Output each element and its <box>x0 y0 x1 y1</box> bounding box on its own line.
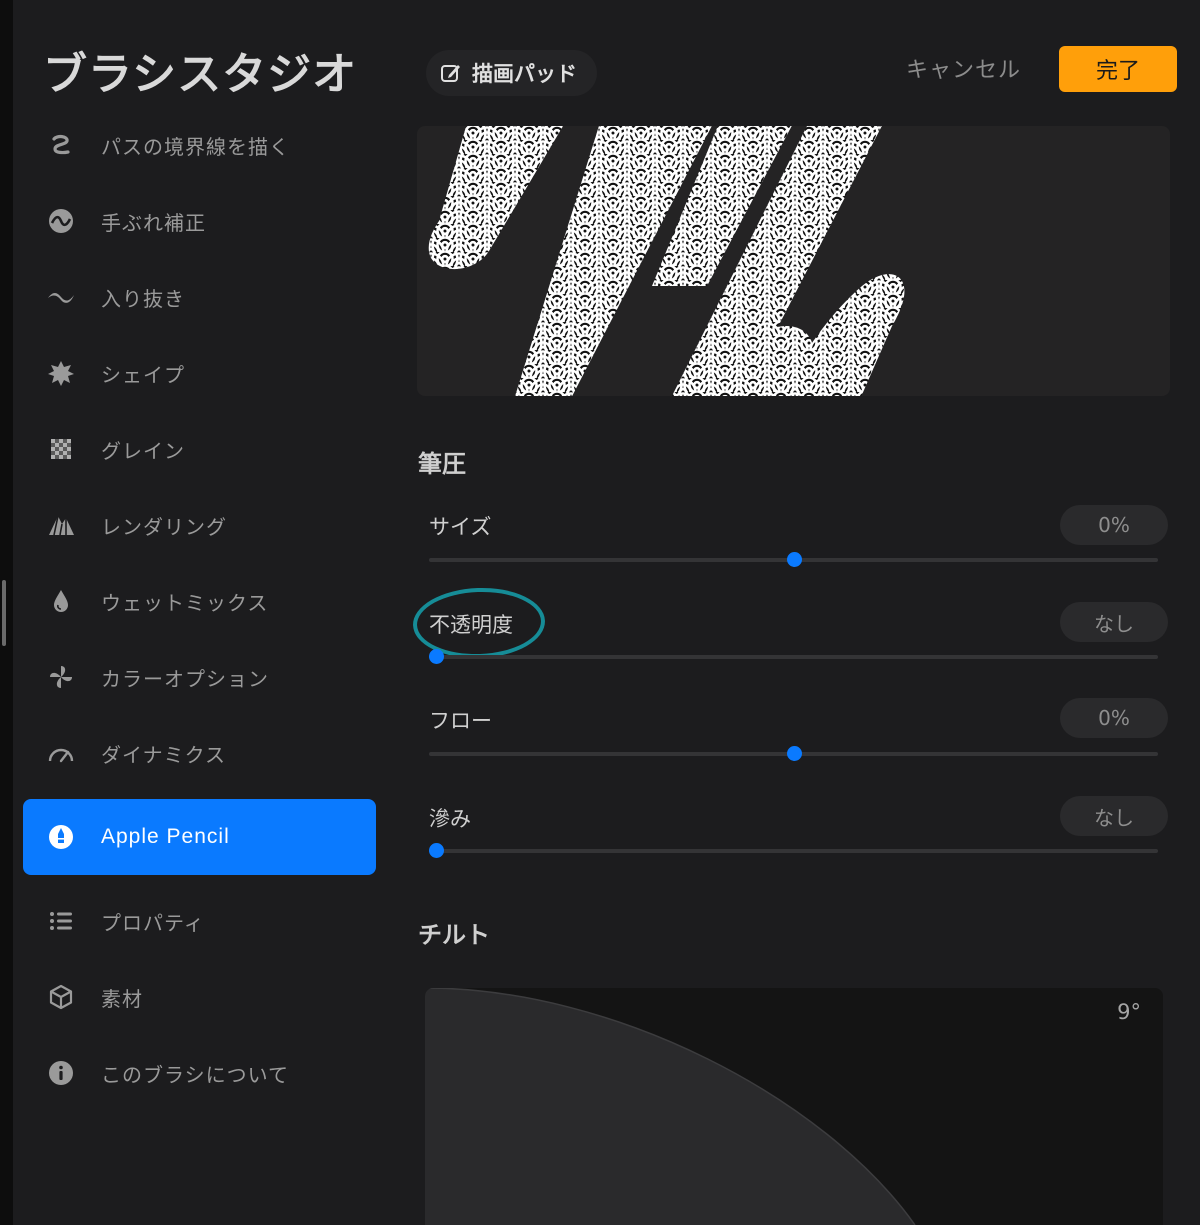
sidebar-nav: パスの境界線を描く 手ぶれ補正 入り抜き シェイプ グレイン レンダリング ウェ… <box>23 115 376 1119</box>
bleed-label: 滲み <box>429 807 471 831</box>
sidebar-item-label: ウェットミックス <box>101 590 269 615</box>
done-button[interactable]: 完了 <box>1059 46 1177 92</box>
sidebar-item-label: 手ぶれ補正 <box>101 210 206 235</box>
materials-icon <box>43 979 79 1015</box>
bleed-value[interactable]: なし <box>1060 796 1168 836</box>
sidebar-item-stabilization[interactable]: 手ぶれ補正 <box>23 191 376 251</box>
slider-thumb[interactable] <box>786 552 802 567</box>
about-icon <box>43 1055 79 1091</box>
sidebar-item-label: このブラシについて <box>101 1062 289 1087</box>
properties-icon <box>43 903 79 939</box>
apple-pencil-icon <box>43 819 79 855</box>
size-slider[interactable] <box>429 552 1158 567</box>
sidebar-item-rendering[interactable]: レンダリング <box>23 495 376 555</box>
bleed-slider[interactable] <box>429 843 1158 858</box>
sidebar-item-label: ダイナミクス <box>101 742 226 767</box>
sidebar-item-label: グレイン <box>101 438 185 463</box>
pressure-section-title: 筆圧 <box>418 450 466 478</box>
sidebar-item-taper[interactable]: 入り抜き <box>23 267 376 327</box>
tilt-section-title: チルト <box>418 921 490 949</box>
size-label: サイズ <box>429 515 492 539</box>
sidebar-item-label: プロパティ <box>101 910 205 935</box>
sidebar-item-label: レンダリング <box>101 514 227 539</box>
flow-slider[interactable] <box>429 746 1158 761</box>
scroll-handle[interactable] <box>2 580 6 646</box>
flow-label: フロー <box>429 709 492 733</box>
sidebar-item-label: 素材 <box>101 986 143 1011</box>
sidebar-item-label: シェイプ <box>101 362 185 387</box>
app-title: ブラシスタジオ <box>43 49 358 100</box>
sidebar-item-materials[interactable]: 素材 <box>23 967 376 1027</box>
tilt-arc <box>425 988 916 1225</box>
rendering-icon <box>43 507 79 543</box>
sidebar-item-color-options[interactable]: カラーオプション <box>23 647 376 707</box>
drawing-pad-label: 描画パッド <box>472 62 577 86</box>
slider-thumb[interactable] <box>429 843 444 858</box>
sidebar-item-stroke-path[interactable]: パスの境界線を描く <box>23 115 376 175</box>
sidebar-item-wet-mix[interactable]: ウェットミックス <box>23 571 376 631</box>
sidebar-item-dynamics[interactable]: ダイナミクス <box>23 723 376 783</box>
sidebar-item-label: Apple Pencil <box>101 825 230 848</box>
grain-icon <box>43 431 79 467</box>
sidebar-item-label: パスの境界線を描く <box>101 134 290 159</box>
sidebar: ブラシスタジオ パスの境界線を描く 手ぶれ補正 入り抜き シェイプ グレイン レ… <box>13 0 388 1225</box>
brush-settings-panel: 描画パッド キャンセル 完了 筆圧 サイズ 0% 不透明度 なし フロー 0% … <box>388 0 1200 1225</box>
sidebar-item-apple-pencil[interactable]: Apple Pencil <box>23 799 376 875</box>
edit-icon <box>441 65 460 82</box>
cancel-button[interactable]: キャンセル <box>906 52 1021 84</box>
slider-thumb[interactable] <box>786 746 802 761</box>
stabilization-icon <box>43 203 79 239</box>
sidebar-item-label: カラーオプション <box>101 666 269 691</box>
wet-mix-icon <box>43 583 79 619</box>
brush-preview-canvas[interactable] <box>417 126 1170 396</box>
sidebar-item-properties[interactable]: プロパティ <box>23 891 376 951</box>
sidebar-item-shape[interactable]: シェイプ <box>23 343 376 403</box>
drawing-pad-button[interactable]: 描画パッド <box>426 50 597 96</box>
sidebar-item-label: 入り抜き <box>101 286 185 311</box>
taper-icon <box>43 279 79 315</box>
slider-thumb[interactable] <box>429 649 444 664</box>
opacity-value[interactable]: なし <box>1060 602 1168 642</box>
flow-value[interactable]: 0% <box>1060 698 1168 738</box>
color-options-icon <box>43 659 79 695</box>
sidebar-item-about[interactable]: このブラシについて <box>23 1043 376 1103</box>
tilt-angle-value: 9° <box>1117 1000 1141 1024</box>
opacity-label: 不透明度 <box>429 613 513 637</box>
opacity-slider[interactable] <box>429 649 1158 664</box>
size-value[interactable]: 0% <box>1060 505 1168 545</box>
sidebar-item-grain[interactable]: グレイン <box>23 419 376 479</box>
shape-icon <box>43 355 79 391</box>
brush-stroke-samples <box>428 126 905 396</box>
stroke-path-icon <box>43 127 79 163</box>
dynamics-icon <box>43 735 79 771</box>
tilt-angle-graph[interactable]: 9° <box>425 988 1163 1225</box>
